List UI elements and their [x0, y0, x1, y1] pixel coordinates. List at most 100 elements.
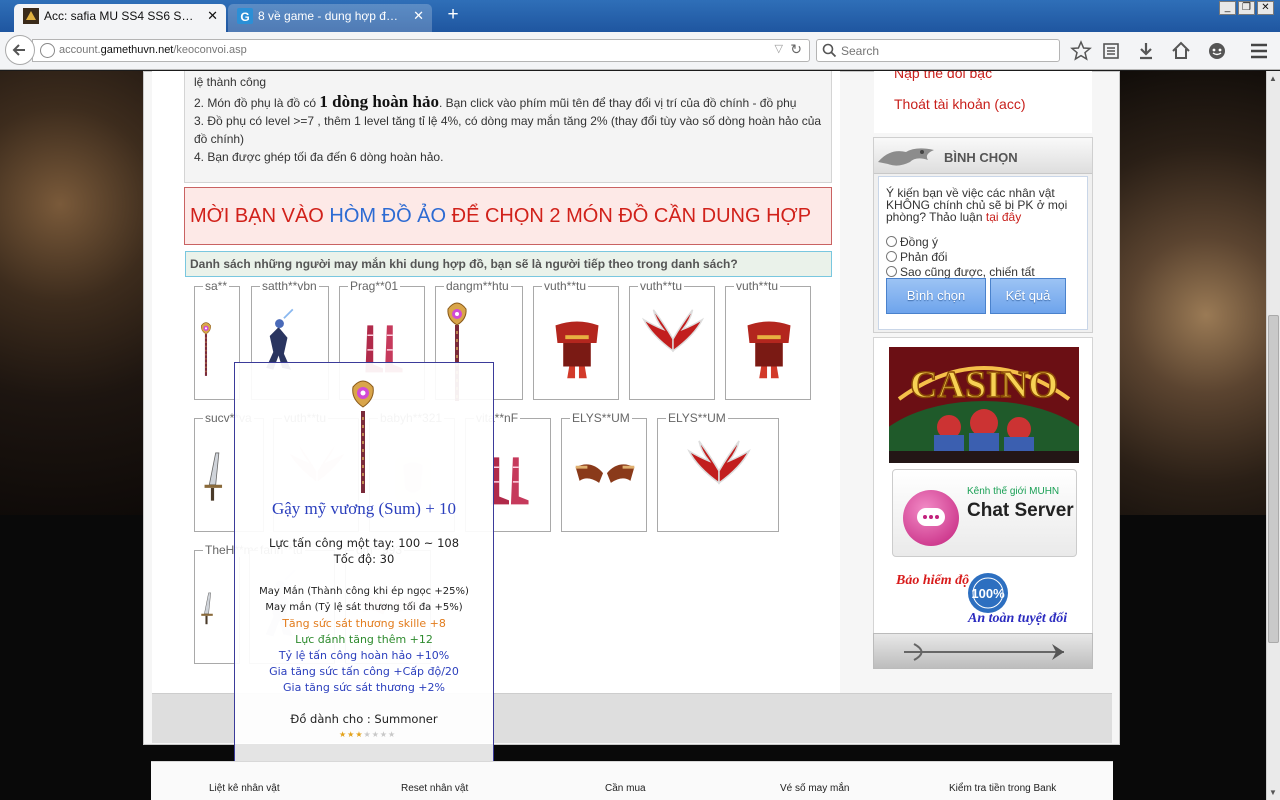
poll-option-whatever[interactable]: Sao cũng được, chiến tất: [886, 265, 1035, 279]
insurance-title: Bảo hiểm độ: [896, 573, 970, 588]
result-button[interactable]: Kết quả: [990, 278, 1066, 314]
item-tooltip: Gậy mỹ vương (Sum) + 10 Lực tấn công một…: [234, 362, 494, 767]
excellent-option-1: Tỷ lệ tấn công hoàn hảo +10%: [278, 649, 450, 662]
new-tab-button[interactable]: +: [440, 5, 466, 27]
tab-title: Acc: safia MU SS4 SS6 SS8 w...: [44, 9, 198, 23]
armor-icon: [555, 321, 599, 379]
wings-icon: [687, 440, 751, 485]
minimize-icon[interactable]: _: [1219, 1, 1236, 15]
svg-text:G: G: [240, 10, 249, 24]
web-page: lệ thành công 2. Món đồ phụ là đồ có 1 d…: [0, 71, 1266, 800]
attack-stat: Lực tấn công một tay: 100 ~ 108: [268, 536, 460, 550]
chat-subtitle: Kênh thế giới MUHN: [967, 486, 1060, 497]
reading-list-icon[interactable]: [1100, 40, 1122, 62]
url-bar[interactable]: account.gamethuvn.net/keoconvoi.asp ▽ ↻: [32, 39, 810, 62]
tab-title: 8 về game - dung hợp đồ các ...: [258, 9, 404, 23]
skill-option: Tăng sức sát thương skille +8: [282, 617, 446, 630]
search-icon: [822, 43, 837, 58]
gloves-icon: [575, 464, 635, 483]
bottom-navigation: Liệt kê nhân vật Reset nhân vật Cần mua …: [151, 761, 1113, 800]
winner-item-card[interactable]: ELYS**UM: [657, 411, 779, 532]
nav-reset-character[interactable]: Reset nhân vật: [401, 783, 468, 794]
poll-question: Ý kiến bạn về việc các nhân vật KHÔNG ch…: [886, 186, 1068, 224]
star-filled-icon: ★: [339, 730, 347, 739]
excellent-option-2: Gia tăng sức tấn công +Cấp độ/20: [269, 665, 459, 678]
chat-server-banner[interactable]: Kênh thế giới MUHN Chat Server: [892, 469, 1077, 557]
g-favicon-icon: G: [237, 8, 253, 24]
luck-line-2: May mắn (Tỷ lệ sát thương tối đa +5%): [265, 602, 463, 613]
chat-bubble-icon: [903, 490, 959, 546]
chat-face-icon[interactable]: [1206, 40, 1228, 62]
search-input[interactable]: [841, 42, 1051, 59]
window-controls: _ ❐ ✕: [1219, 1, 1274, 15]
star-empty-icon: ★: [388, 730, 396, 739]
download-icon[interactable]: [1135, 40, 1157, 62]
nav-list-characters[interactable]: Liệt kê nhân vật: [209, 783, 280, 794]
casino-banner[interactable]: CASINO: [889, 347, 1079, 463]
insurance-badge: 100% Bảo hiểm độ An toàn tuyệt đối: [892, 571, 1082, 633]
poll-widget: BÌNH CHỌN Ý kiến bạn về việc các nhân vậ…: [873, 137, 1093, 333]
radio-button[interactable]: [886, 236, 897, 247]
star-empty-icon: ★: [379, 730, 388, 739]
armor-icon: [747, 321, 791, 379]
dragon-emblem-icon: [878, 148, 934, 166]
close-tab-icon[interactable]: ✕: [413, 4, 424, 28]
menu-icon[interactable]: [1248, 40, 1270, 62]
close-window-icon[interactable]: ✕: [1257, 1, 1274, 15]
speed-stat: Tốc độ: 30: [333, 552, 395, 566]
nav-want-to-buy[interactable]: Cần mua: [605, 783, 646, 794]
logout-link[interactable]: Thoát tài khoản (acc): [894, 96, 1026, 112]
back-button[interactable]: [5, 35, 35, 65]
poll-option-agree[interactable]: Đồng ý: [886, 235, 938, 249]
poll-header: BÌNH CHỌN: [874, 138, 1092, 174]
winner-item-card[interactable]: vuth**tu: [533, 279, 619, 400]
bookmark-star-icon[interactable]: [1070, 40, 1092, 62]
game-favicon-icon: [23, 8, 39, 24]
star-filled-icon: ★: [355, 730, 363, 739]
item-name: Gậy mỹ vương (Sum) + 10: [271, 499, 457, 518]
back-arrow-icon: [12, 44, 25, 56]
recharge-link[interactable]: Nạp thẻ đổi bạc: [894, 71, 992, 81]
vote-button[interactable]: Bình chọn: [886, 278, 986, 314]
search-bar[interactable]: [816, 39, 1060, 62]
insurance-percent: 100%: [971, 586, 1005, 601]
navigation-toolbar: account.gamethuvn.net/keoconvoi.asp ▽ ↻: [0, 32, 1280, 70]
poll-option-disagree[interactable]: Phản đối: [886, 250, 947, 264]
insurance-slogan: An toàn tuyệt đối: [968, 611, 1068, 626]
page-scrollbar[interactable]: ▲ ▼: [1266, 71, 1280, 800]
sidebar-footer: [873, 633, 1093, 669]
scroll-down-icon[interactable]: ▼: [1269, 788, 1277, 797]
spear-ornament-icon: [904, 643, 1064, 661]
scroll-thumb[interactable]: [1268, 315, 1279, 643]
star-filled-icon: ★: [347, 730, 355, 739]
nav-lottery[interactable]: Vé số may mắn: [780, 783, 849, 794]
close-tab-icon[interactable]: ✕: [207, 4, 218, 28]
tab-strip: Acc: safia MU SS4 SS6 SS8 w... ✕ G 8 về …: [0, 0, 1280, 32]
star-empty-icon: ★: [371, 730, 379, 739]
url-dropdown-icon[interactable]: ▽: [775, 42, 783, 55]
home-icon[interactable]: [1170, 40, 1192, 62]
casino-title: CASINO: [910, 364, 1058, 406]
radio-button[interactable]: [886, 251, 897, 262]
excellent-option-3: Gia tăng sức sát thương +2%: [283, 681, 445, 694]
damage-option: Lực đánh tăng thêm +12: [295, 633, 433, 646]
winner-item-card[interactable]: ELYS**UM: [561, 411, 647, 532]
restore-icon[interactable]: ❐: [1238, 1, 1255, 15]
item-class: Đồ dành cho : Summoner: [290, 712, 438, 726]
radio-button[interactable]: [886, 266, 897, 277]
sceptre-icon: [352, 380, 374, 493]
globe-icon: [40, 43, 55, 58]
scroll-up-icon[interactable]: ▲: [1269, 74, 1277, 83]
star-empty-icon: ★: [363, 730, 371, 739]
tab-account[interactable]: Acc: safia MU SS4 SS6 SS8 w... ✕: [14, 4, 226, 32]
wings-icon: [641, 309, 705, 353]
winner-item-card[interactable]: vuth**tu: [629, 279, 715, 400]
chat-title: Chat Server: [967, 500, 1074, 521]
url-text: account.gamethuvn.net/keoconvoi.asp: [59, 44, 247, 56]
nav-bank-balance[interactable]: Kiểm tra tiền trong Bank: [949, 783, 1056, 794]
reload-icon[interactable]: ↻: [790, 41, 802, 58]
poll-title: BÌNH CHỌN: [944, 150, 1018, 165]
tab-game-news[interactable]: G 8 về game - dung hợp đồ các ... ✕: [228, 4, 432, 32]
winner-item-card[interactable]: vuth**tu: [725, 279, 811, 400]
poll-discuss-link[interactable]: tại đây: [986, 210, 1021, 224]
